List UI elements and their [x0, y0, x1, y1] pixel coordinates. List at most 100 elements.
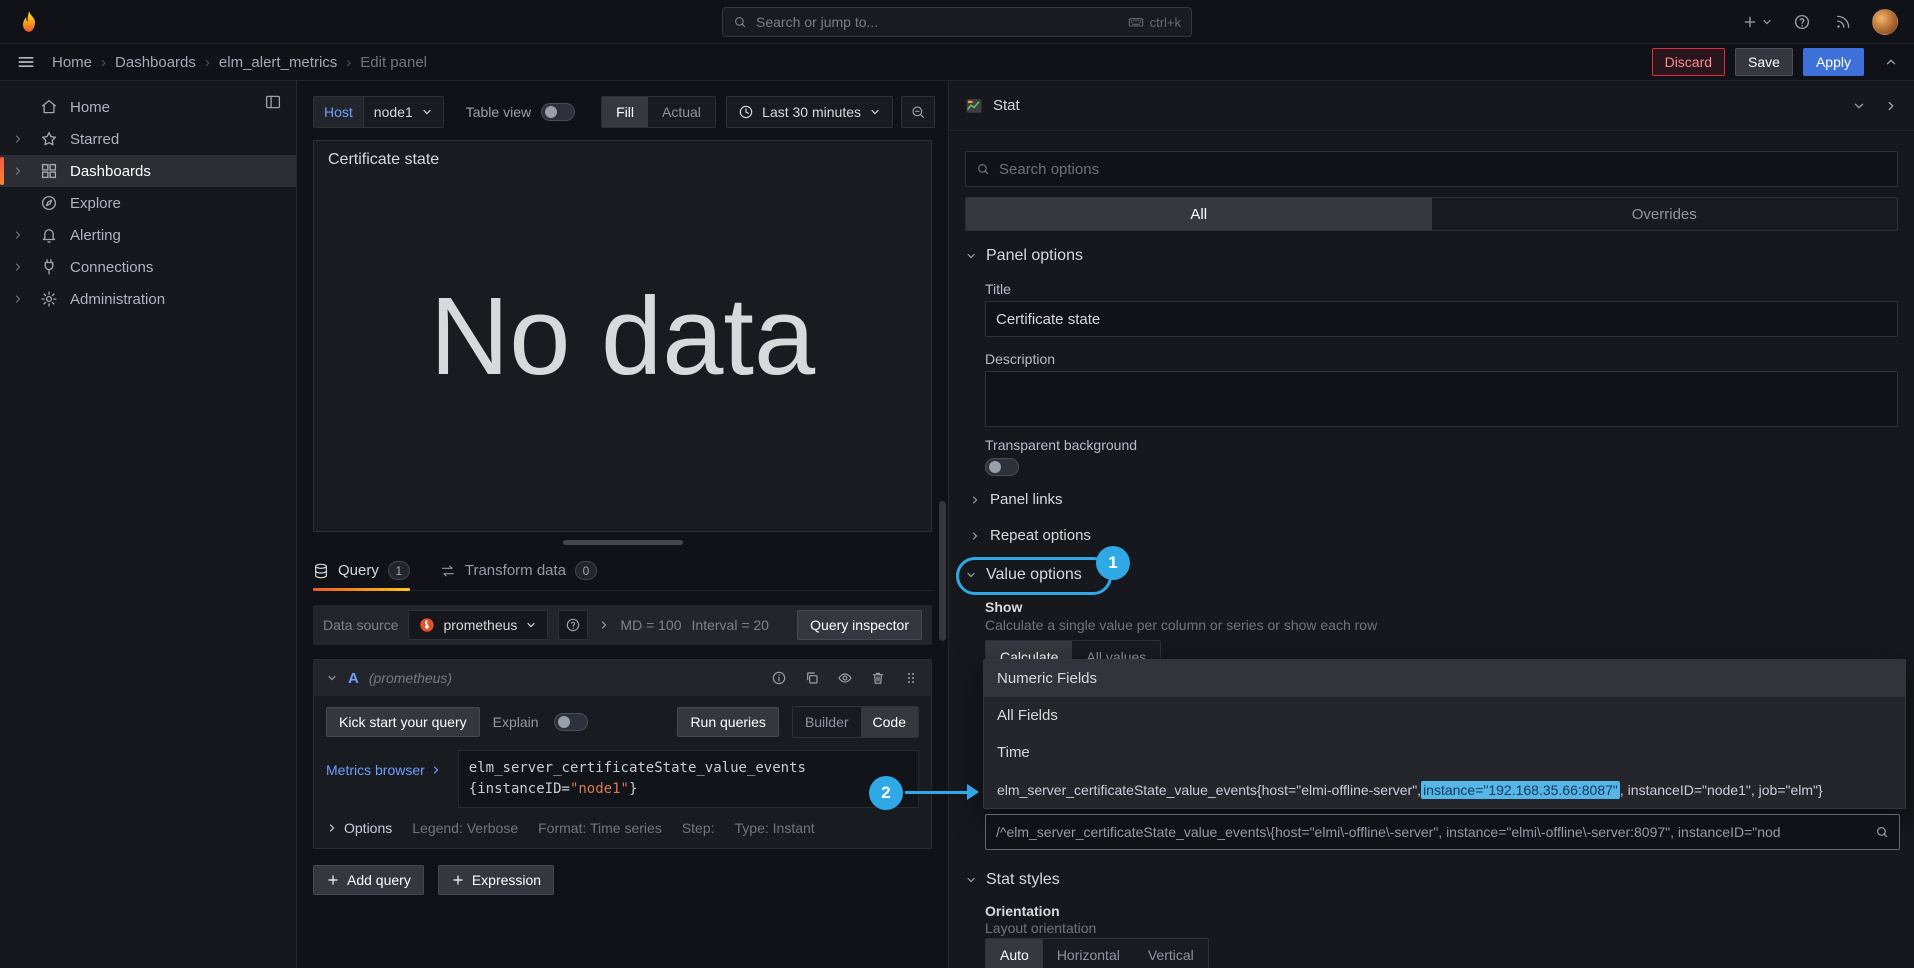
- chevron-down-icon[interactable]: [1852, 99, 1866, 113]
- tab-query[interactable]: Query 1: [313, 551, 410, 590]
- datasource-help-button[interactable]: [558, 610, 588, 640]
- section-panel-options[interactable]: Panel options: [965, 247, 1083, 265]
- promql-code-editor[interactable]: elm_server_certificateState_value_events…: [458, 750, 919, 808]
- query-row-header[interactable]: A (prometheus): [314, 660, 931, 696]
- sidebar-item-alerting[interactable]: Alerting: [0, 219, 296, 251]
- section-value-options[interactable]: Value options: [965, 566, 1082, 584]
- duplicate-icon[interactable]: [804, 670, 820, 686]
- sidebar-item-home[interactable]: Home: [0, 91, 296, 123]
- explain-label: Explain: [493, 714, 539, 730]
- dropdown-option-numeric-fields[interactable]: Numeric Fields: [984, 660, 1905, 697]
- annotation-arrow-head: [967, 784, 979, 800]
- fill-option[interactable]: Fill: [602, 97, 648, 127]
- menu-toggle-button[interactable]: [16, 52, 36, 72]
- panel-preview[interactable]: Certificate state No data: [313, 140, 932, 532]
- section-stat-styles[interactable]: Stat styles: [965, 871, 1060, 889]
- code-mode-option[interactable]: Code: [861, 707, 918, 737]
- topnav-actions: [1742, 9, 1898, 35]
- sidebar-item-administration[interactable]: Administration: [0, 283, 296, 315]
- chevron-down-icon: [869, 106, 881, 118]
- save-button[interactable]: Save: [1735, 48, 1793, 76]
- drag-handle-icon[interactable]: [903, 670, 919, 686]
- sidebar-item-starred[interactable]: Starred: [0, 123, 296, 155]
- trash-icon[interactable]: [870, 670, 886, 686]
- section-repeat-options[interactable]: Repeat options: [969, 527, 1091, 544]
- transparent-background-toggle[interactable]: [985, 458, 1019, 476]
- run-queries-button[interactable]: Run queries: [677, 707, 779, 737]
- search-options-input[interactable]: Search options: [965, 151, 1898, 187]
- chevron-down-icon: [326, 672, 338, 684]
- promql-line-2: {instanceID="node1"}: [469, 779, 908, 800]
- plug-icon: [40, 258, 58, 276]
- info-icon[interactable]: [771, 670, 787, 686]
- query-editor-card: A (prometheus) Kick start your query Exp…: [313, 659, 932, 849]
- chevron-right-icon[interactable]: [12, 293, 28, 305]
- sidebar-item-dashboards[interactable]: Dashboards: [0, 155, 296, 187]
- apply-button[interactable]: Apply: [1803, 48, 1864, 76]
- panel-title-input[interactable]: Certificate state: [985, 301, 1898, 337]
- tab-transform-data[interactable]: Transform data 0: [440, 551, 597, 590]
- breadcrumb-separator: [101, 54, 106, 71]
- dropdown-option-series[interactable]: elm_server_certificateState_value_events…: [984, 771, 1905, 808]
- collapse-pane-icon[interactable]: [1884, 99, 1898, 113]
- orientation-horizontal-option[interactable]: Horizontal: [1043, 939, 1134, 968]
- main-scrollbar-thumb[interactable]: [939, 501, 946, 641]
- breadcrumb-home[interactable]: Home: [52, 54, 92, 71]
- orientation-vertical-option[interactable]: Vertical: [1134, 939, 1208, 968]
- help-button[interactable]: [1793, 13, 1811, 31]
- plus-icon: [1742, 14, 1758, 30]
- new-menu-button[interactable]: [1742, 14, 1773, 30]
- orientation-auto-option[interactable]: Auto: [986, 939, 1043, 968]
- query-options-toggle[interactable]: Options: [326, 820, 392, 836]
- sidebar-item-explore[interactable]: Explore: [0, 187, 296, 219]
- chevron-right-icon[interactable]: [12, 229, 28, 241]
- title-field-label: Title: [985, 281, 1011, 297]
- tab-overrides[interactable]: Overrides: [1432, 198, 1898, 230]
- editor-resize-handle[interactable]: [563, 540, 683, 545]
- add-query-button[interactable]: Add query: [313, 865, 424, 895]
- query-inspector-button[interactable]: Query inspector: [797, 610, 922, 640]
- dashboards-grid-icon: [40, 162, 58, 180]
- fields-filter-input[interactable]: /^elm_server_certificateState_value_even…: [985, 814, 1900, 850]
- transform-icon: [440, 563, 456, 579]
- news-button[interactable]: [1831, 13, 1852, 31]
- actual-option[interactable]: Actual: [648, 97, 715, 127]
- sidebar-item-connections[interactable]: Connections: [0, 251, 296, 283]
- panel-description-textarea[interactable]: [985, 371, 1898, 427]
- visualization-picker[interactable]: Stat: [949, 81, 1914, 131]
- chevron-down-icon: [421, 106, 433, 118]
- global-search-input[interactable]: Search or jump to... ctrl+k: [722, 7, 1192, 37]
- add-expression-button[interactable]: Expression: [438, 865, 554, 895]
- grafana-logo[interactable]: [16, 9, 42, 35]
- breadcrumb-dashboards[interactable]: Dashboards: [115, 54, 196, 71]
- table-view-toggle[interactable]: [541, 103, 575, 121]
- query-options-expand[interactable]: [598, 619, 610, 631]
- search-options-placeholder: Search options: [999, 161, 1099, 178]
- tab-all[interactable]: All: [966, 198, 1432, 230]
- variable-host-picker[interactable]: node1: [363, 96, 444, 128]
- chevron-right-icon[interactable]: [12, 133, 28, 145]
- breadcrumb-dashboard-name[interactable]: elm_alert_metrics: [219, 54, 337, 71]
- collapse-header-button[interactable]: [1884, 55, 1898, 69]
- explain-toggle[interactable]: [554, 713, 588, 731]
- datasource-picker[interactable]: prometheus: [408, 610, 548, 640]
- dropdown-option-all-fields[interactable]: All Fields: [984, 697, 1905, 734]
- discard-button[interactable]: Discard: [1652, 48, 1725, 76]
- dropdown-option-time[interactable]: Time: [984, 734, 1905, 771]
- user-avatar[interactable]: [1872, 9, 1898, 35]
- query-row-body: Kick start your query Explain Run querie…: [314, 696, 931, 848]
- eye-icon[interactable]: [837, 670, 853, 686]
- query-row-actions: [771, 670, 919, 686]
- chevron-right-icon[interactable]: [12, 261, 28, 273]
- time-range-picker[interactable]: Last 30 minutes: [726, 96, 893, 128]
- chevron-right-icon[interactable]: [12, 165, 28, 177]
- description-field-label: Description: [985, 351, 1055, 367]
- home-icon: [40, 98, 58, 116]
- section-panel-links[interactable]: Panel links: [969, 491, 1063, 508]
- compass-icon: [40, 194, 58, 212]
- metrics-browser-button[interactable]: Metrics browser: [326, 762, 442, 778]
- zoom-out-button[interactable]: [901, 96, 935, 128]
- kick-start-button[interactable]: Kick start your query: [326, 707, 480, 737]
- max-data-points: MD = 100: [620, 617, 681, 633]
- builder-mode-option[interactable]: Builder: [793, 707, 861, 737]
